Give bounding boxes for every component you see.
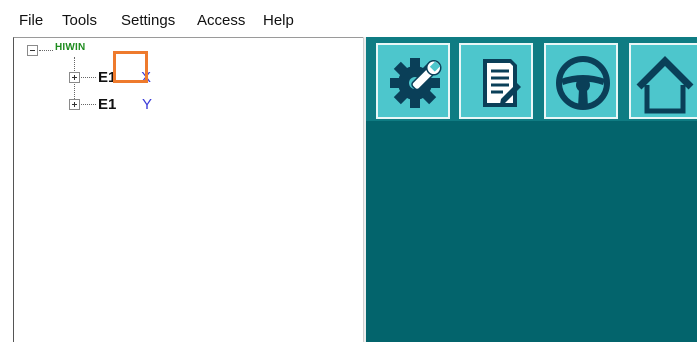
tree-connector [81, 104, 96, 105]
axis-y-highlight [113, 51, 148, 83]
tree-root-label[interactable]: HIWIN [55, 42, 85, 53]
tree-connector [81, 77, 96, 78]
expand-node-icon[interactable] [69, 99, 80, 110]
tree-connector [39, 50, 53, 51]
steering-wheel-icon [556, 56, 610, 110]
expand-node-icon[interactable] [69, 72, 80, 83]
edit-document-button[interactable] [459, 43, 533, 119]
menu-access[interactable]: Access [197, 12, 245, 30]
toolbar [366, 37, 697, 121]
device-tree-panel: HIWIN E1 X E1 Y [13, 37, 363, 342]
tree-node-e1-y[interactable]: E1 [98, 96, 116, 113]
settings-wrench-icon [390, 58, 442, 108]
menu-help[interactable]: Help [263, 12, 294, 30]
settings-button[interactable] [376, 43, 450, 119]
menu-file[interactable]: File [19, 12, 43, 30]
document-edit-icon [483, 59, 521, 107]
menu-settings[interactable]: Settings [121, 12, 175, 30]
menu-bar: File Tools Settings Access Help [0, 0, 697, 37]
collapse-root-icon[interactable] [27, 45, 38, 56]
axis-y-label[interactable]: Y [142, 96, 152, 113]
home-button[interactable] [629, 43, 697, 119]
home-icon [636, 56, 694, 114]
steering-button[interactable] [544, 43, 618, 119]
menu-tools[interactable]: Tools [62, 12, 97, 30]
